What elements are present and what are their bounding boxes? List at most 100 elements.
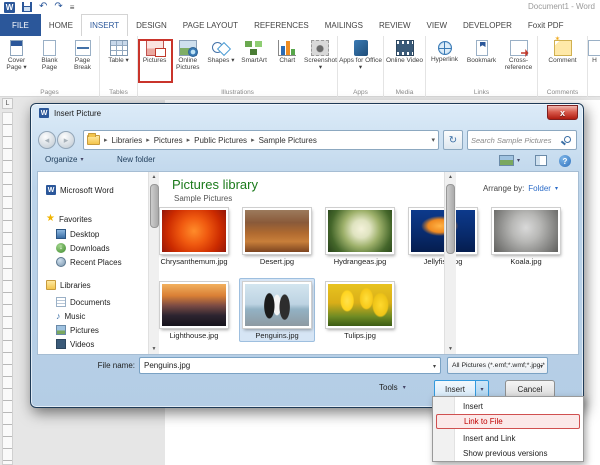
- scroll-up-icon[interactable]: ▲: [445, 174, 456, 180]
- scroll-down-icon[interactable]: ▼: [445, 346, 456, 352]
- cover-page-button[interactable]: Cover Page ▾: [0, 36, 33, 84]
- organize-button[interactable]: Organize ▾: [45, 155, 83, 164]
- scroll-down-icon[interactable]: ▼: [149, 346, 159, 352]
- table-button[interactable]: Table ▾: [100, 36, 137, 84]
- menu-item-show-previous-versions[interactable]: Show previous versions: [457, 446, 581, 461]
- menu-item-insert-and-link[interactable]: Insert and Link: [457, 431, 581, 446]
- sidebar-item-recent-places[interactable]: Recent Places: [56, 256, 122, 268]
- file-hydrangeas[interactable]: Hydrangeas.jpg: [319, 208, 401, 266]
- back-button[interactable]: ◂: [38, 131, 56, 149]
- sidebar-item-downloads[interactable]: ↓Downloads: [56, 242, 110, 254]
- tab-foxit-pdf[interactable]: Foxit PDF: [520, 14, 572, 36]
- dropdown-caret-icon[interactable]: ▾: [433, 363, 436, 370]
- scrollbar-thumb[interactable]: [446, 184, 455, 254]
- sidebar-item-pictures[interactable]: Pictures: [56, 324, 99, 336]
- sidebar-item-libraries[interactable]: Libraries: [46, 279, 91, 291]
- forward-button[interactable]: ▸: [57, 131, 75, 149]
- menu-item-link-to-file[interactable]: Link to File: [436, 414, 580, 429]
- online-video-button[interactable]: Online Video: [384, 36, 425, 84]
- search-icon[interactable]: [564, 136, 571, 143]
- tab-insert[interactable]: INSERT: [81, 14, 128, 36]
- menu-item-insert[interactable]: Insert: [457, 399, 581, 414]
- tools-button[interactable]: Tools ▾: [379, 383, 406, 392]
- save-icon[interactable]: [22, 2, 32, 12]
- help-button[interactable]: ?: [559, 155, 571, 167]
- file-desert[interactable]: Desert.jpg: [236, 208, 318, 266]
- videos-icon: [56, 339, 66, 349]
- tab-view[interactable]: VIEW: [419, 14, 455, 36]
- insert-dropdown-toggle[interactable]: ▾: [475, 381, 488, 397]
- sidebar-item-videos[interactable]: Videos: [56, 338, 94, 350]
- page-break-button[interactable]: Page Break: [66, 36, 99, 84]
- thumbnail-hydrangeas[interactable]: [326, 208, 394, 254]
- tab-file[interactable]: FILE: [0, 14, 41, 36]
- tab-home[interactable]: HOME: [41, 14, 81, 36]
- thumbnail-jellyfish[interactable]: [409, 208, 477, 254]
- thumbnail-tulips[interactable]: [326, 282, 394, 328]
- tab-page-layout[interactable]: PAGE LAYOUT: [175, 14, 246, 36]
- chart-button[interactable]: Chart: [271, 36, 304, 84]
- file-tulips[interactable]: Tulips.jpg: [319, 282, 401, 340]
- redo-icon[interactable]: ↷: [54, 2, 62, 12]
- breadcrumb-sample-pictures[interactable]: Sample Pictures: [257, 136, 319, 145]
- sidebar-item-desktop[interactable]: Desktop: [56, 228, 99, 240]
- scroll-up-icon[interactable]: ▲: [149, 174, 159, 180]
- views-button[interactable]: ▾: [499, 155, 520, 166]
- navigation-sidebar: WMicrosoft Word ★Favorites Desktop ↓Down…: [38, 172, 148, 354]
- refresh-button[interactable]: ↻: [443, 130, 463, 150]
- tab-developer[interactable]: DEVELOPER: [455, 14, 520, 36]
- sidebar-item-documents[interactable]: Documents: [56, 296, 110, 308]
- file-jellyfish[interactable]: Jellyfish.jpg: [402, 208, 484, 266]
- breadcrumb-libraries[interactable]: Libraries: [110, 136, 145, 145]
- tab-review[interactable]: REVIEW: [371, 14, 419, 36]
- screenshot-button[interactable]: Screenshot ▾: [304, 36, 337, 84]
- arrange-by-control[interactable]: Arrange by: Folder ▾: [483, 184, 558, 193]
- hyperlink-button[interactable]: Hyperlink: [426, 36, 463, 84]
- file-koala[interactable]: Koala.jpg: [485, 208, 567, 266]
- bookmark-button[interactable]: Bookmark: [463, 36, 500, 84]
- file-type-dropdown[interactable]: All Pictures (*.emf;*.wmf;*.jpg;* ▾: [447, 357, 548, 374]
- tab-selector[interactable]: L: [2, 98, 13, 109]
- sidebar-item-music[interactable]: ♪Music: [56, 310, 85, 322]
- preview-pane-button[interactable]: [535, 155, 547, 166]
- online-pictures-button[interactable]: Online Pictures: [171, 36, 204, 84]
- blank-page-icon: [43, 40, 56, 56]
- cross-reference-button[interactable]: Cross-reference: [500, 36, 537, 84]
- thumbnail-chrysanthemum[interactable]: [160, 208, 228, 254]
- customize-qat-icon[interactable]: ≡: [70, 3, 75, 12]
- file-name-label: Tulips.jpg: [319, 331, 401, 340]
- smartart-button[interactable]: SmartArt: [238, 36, 271, 84]
- address-dropdown-icon[interactable]: ▾: [431, 136, 435, 144]
- shapes-button[interactable]: Shapes ▾: [204, 36, 237, 84]
- tab-design[interactable]: DESIGN: [128, 14, 175, 36]
- file-lighthouse[interactable]: Lighthouse.jpg: [153, 282, 235, 340]
- thumbnail-koala[interactable]: [492, 208, 560, 254]
- dropdown-caret-icon: ▾: [540, 363, 543, 370]
- file-penguins-selected[interactable]: Penguins.jpg: [236, 282, 318, 340]
- file-name-input[interactable]: [144, 359, 424, 372]
- apps-for-office-button[interactable]: Apps for Office ▾: [338, 36, 383, 84]
- file-list-scrollbar[interactable]: ▲ ▼: [444, 172, 456, 354]
- insert-button[interactable]: Insert: [435, 381, 475, 397]
- thumbnail-desert[interactable]: [243, 208, 311, 254]
- address-bar[interactable]: ▸ Libraries ▸ Pictures ▸ Public Pictures…: [83, 130, 439, 150]
- breadcrumb-public-pictures[interactable]: Public Pictures: [192, 136, 249, 145]
- undo-icon[interactable]: ↶: [39, 2, 47, 12]
- tab-references[interactable]: REFERENCES: [246, 14, 317, 36]
- search-input[interactable]: [471, 132, 561, 148]
- sidebar-item-microsoft-word[interactable]: WMicrosoft Word: [46, 184, 114, 196]
- clipped-button[interactable]: H: [588, 36, 600, 84]
- new-folder-button[interactable]: New folder: [117, 155, 155, 164]
- breadcrumb-pictures[interactable]: Pictures: [152, 136, 185, 145]
- blank-page-button[interactable]: Blank Page: [33, 36, 66, 84]
- comment-button[interactable]: Comment: [538, 36, 587, 84]
- thumbnail-penguins[interactable]: [243, 282, 311, 328]
- sidebar-item-favorites[interactable]: ★Favorites: [46, 213, 92, 225]
- tab-mailings[interactable]: MAILINGS: [317, 14, 371, 36]
- file-chrysanthemum[interactable]: Chrysanthemum.jpg: [153, 208, 235, 266]
- thumbnail-lighthouse[interactable]: [160, 282, 228, 328]
- arrange-by-value[interactable]: Folder: [528, 184, 551, 193]
- word-window: W ↶ ↷ ≡ Document1 - Word FILE HOME INSER…: [0, 0, 600, 465]
- dropdown-caret-icon: ▾: [403, 384, 406, 391]
- close-button[interactable]: x: [547, 105, 578, 120]
